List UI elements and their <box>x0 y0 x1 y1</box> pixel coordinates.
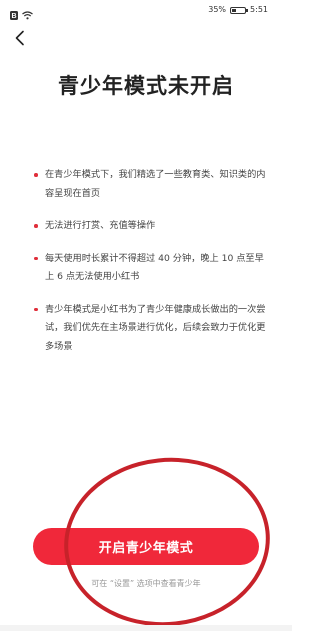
b-app-icon: B <box>10 5 18 24</box>
back-button[interactable] <box>8 28 32 52</box>
battery-level <box>232 8 237 12</box>
back-arrow-icon <box>14 30 26 50</box>
bullet-dot <box>34 224 38 228</box>
list-item-text: 在青少年模式下，我们精选了一些教育类、知识类的内容呈现在首页 <box>45 169 266 199</box>
list-item-text: 无法进行打赏、充值等操作 <box>45 220 156 231</box>
bottom-bar <box>0 625 292 631</box>
clock: 5:51 <box>250 5 268 14</box>
enable-teen-mode-button[interactable]: 开启青少年模式 <box>33 528 259 565</box>
list-item-text: 青少年模式是小红书为了青少年健康成长做出的一次尝试，我们优先在主场景进行优化，后… <box>45 303 266 352</box>
status-right: 35% 5:51 <box>208 5 268 15</box>
bullet-dot <box>34 256 38 260</box>
list-item: 青少年模式是小红书为了青少年健康成长做出的一次尝试，我们优先在主场景进行优化，后… <box>34 301 266 357</box>
battery-icon <box>230 6 249 14</box>
status-left: B <box>10 5 33 24</box>
list-item: 每天使用时长累计不得超过 40 分钟，晚上 10 点至早上 6 点无法使用小红书 <box>34 250 266 287</box>
page-title: 青少年模式未开启 <box>58 74 234 98</box>
svg-text:B: B <box>11 13 16 20</box>
wifi-icon <box>22 5 33 24</box>
bullet-dot <box>34 173 38 177</box>
list-item: 无法进行打赏、充值等操作 <box>34 217 266 236</box>
battery-percent: 35% <box>208 5 227 14</box>
list-item-text: 每天使用时长累计不得超过 40 分钟，晚上 10 点至早上 6 点无法使用小红书 <box>45 252 264 283</box>
status-bar: B 35% 5:51 <box>0 0 292 22</box>
list-item: 在青少年模式下，我们精选了一些教育类、知识类的内容呈现在首页 <box>34 166 266 203</box>
settings-hint: 可在 “设置” 选项中查看青少年 <box>91 579 201 588</box>
bullet-dot <box>34 307 38 311</box>
feature-list: 在青少年模式下，我们精选了一些教育类、知识类的内容呈现在首页 无法进行打赏、充值… <box>34 166 266 370</box>
